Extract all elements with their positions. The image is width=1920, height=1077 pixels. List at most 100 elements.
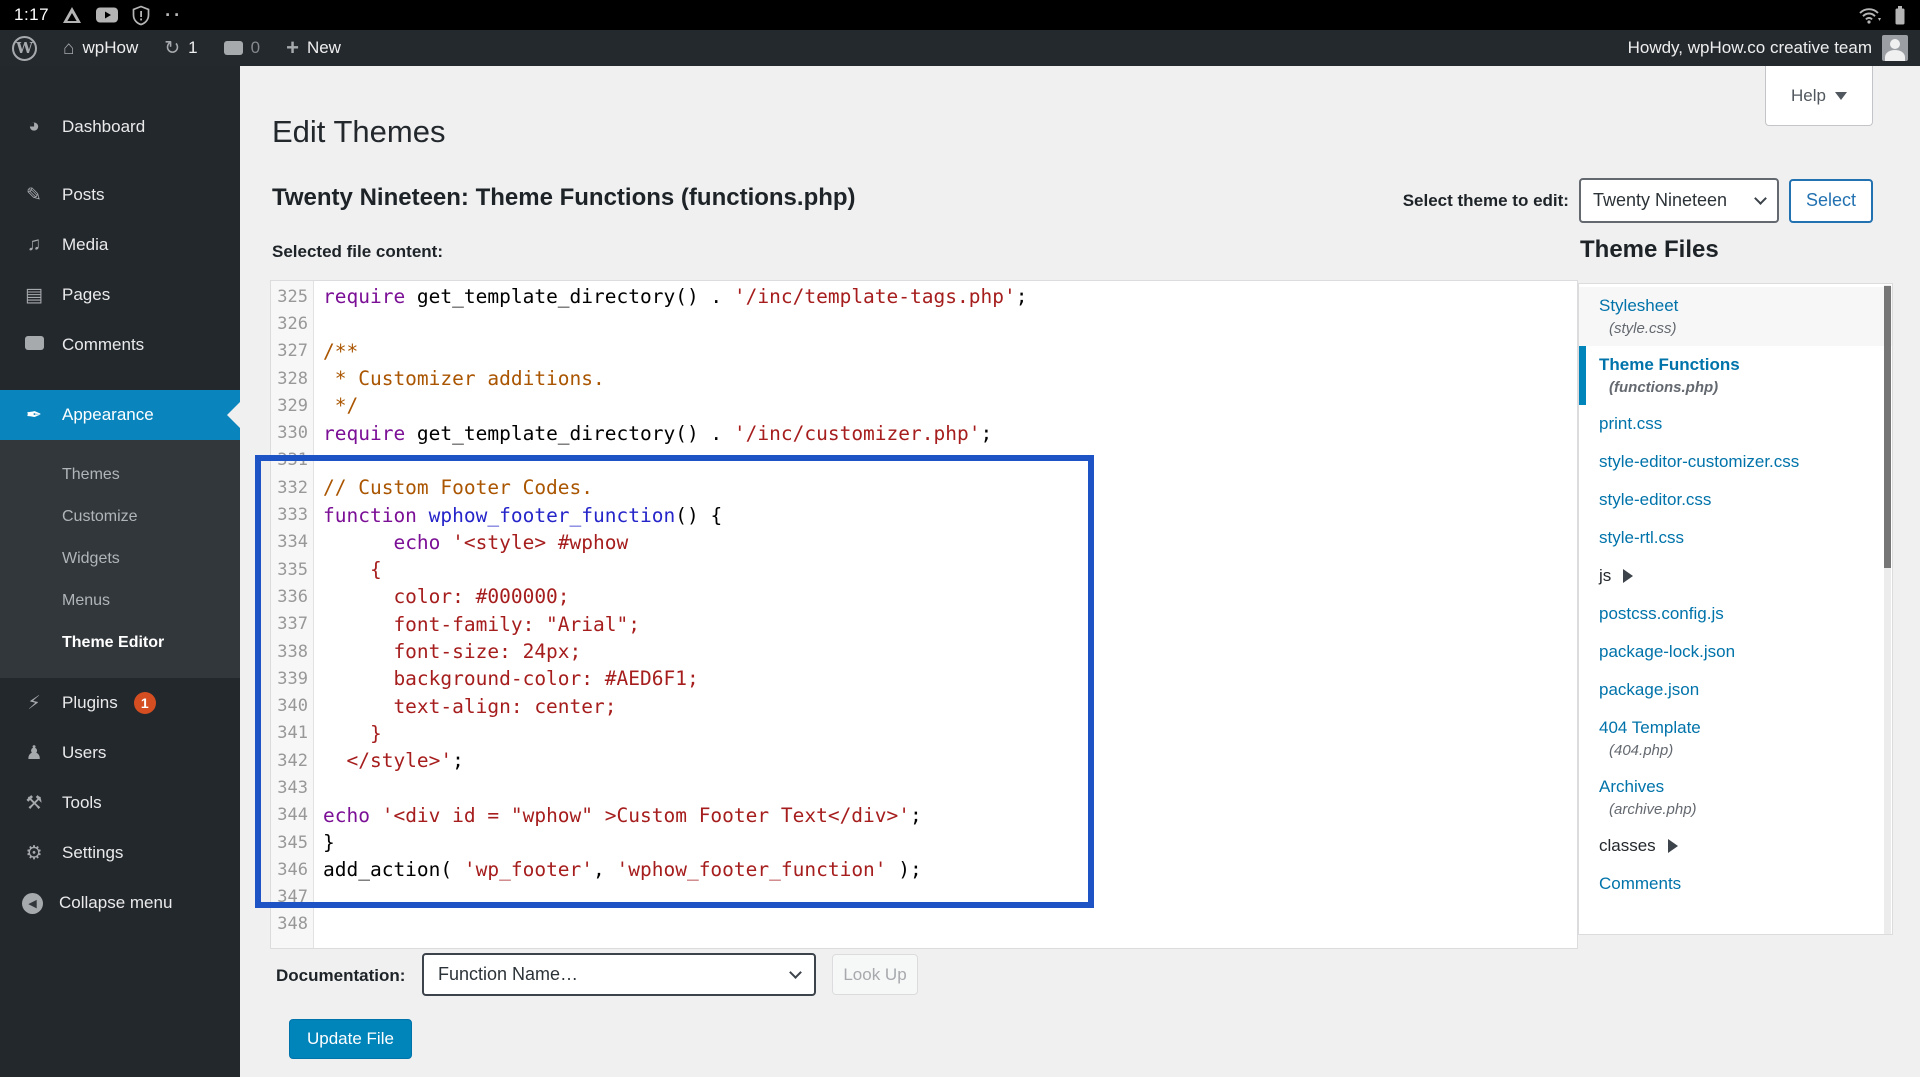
wifi-icon [1859,8,1881,24]
theme-folder-classes[interactable]: classes [1579,827,1892,865]
sidebar-item-comments[interactable]: Comments [0,320,240,370]
status-bar-right [1858,5,1906,26]
line-number: 335 [277,559,308,580]
documentation-select[interactable]: Function Name… [422,953,816,996]
theme-file-package.json[interactable]: package.json [1579,671,1892,709]
sidebar-item-posts[interactable]: ✎ Posts [0,170,240,220]
sidebar: ◕ Dashboard ✎ Posts ♫ Media ▤ Pages Comments ✒ App… [0,66,240,1077]
code-line: 347 [271,884,1577,911]
lookup-button[interactable]: Look Up [832,954,918,995]
theme-file-theme-functions[interactable]: Theme Functions (functions.php) [1579,346,1892,405]
line-number: 338 [277,641,308,662]
settings-icon: ⚙ [25,842,43,864]
line-number: 340 [277,696,308,717]
code-line: 333 function wphow_footer_function() { [271,501,1577,528]
code-line: 346 add_action( 'wp_footer', 'wphow_foote… [271,856,1577,883]
code-line: 328 * Customizer additions. [271,365,1577,392]
status-bar: 1:17 ·· [0,0,1920,30]
plus-icon: + [286,35,299,60]
theme-file-style-rtl.css[interactable]: style-rtl.css [1579,519,1892,557]
wordpress-menu-button[interactable]: W [12,35,37,61]
sidebar-item-settings[interactable]: ⚙ Settings [0,828,240,878]
sidebar-item-collapse-menu[interactable]: ◀ Collapse menu [0,878,240,928]
code-text: echo '<div id = "wphow" >Custom Footer T… [323,803,922,827]
file-label: Comments [1599,874,1682,893]
theme-file-style-editor-customizer.css[interactable]: style-editor-customizer.css [1579,443,1892,481]
theme-select[interactable]: Twenty Nineteen [1578,178,1779,223]
file-label: classes [1599,836,1656,855]
updates-count: 1 [188,38,198,57]
admin-bar-left: W ⌂ wpHow ↻ 1 0 + New [12,35,341,61]
comments-link[interactable]: 0 [223,38,260,58]
theme-file-postcss.config.js[interactable]: postcss.config.js [1579,595,1892,633]
sidebar-subitem-menus[interactable]: Menus [0,580,240,622]
theme-file-archives[interactable]: Archives (archive.php) [1579,768,1892,827]
file-label: package-lock.json [1599,642,1736,661]
code-line: 345} [271,829,1577,856]
code-line: 344 echo '<div id = "wphow" >Custom Foote… [271,802,1577,829]
help-button[interactable]: Help [1765,66,1873,126]
file-label: style-editor.css [1599,490,1712,509]
update-file-button[interactable]: Update File [289,1019,412,1059]
sidebar-item-appearance[interactable]: ✒ Appearance [0,390,240,440]
new-content-link[interactable]: + New [286,37,341,59]
posts-icon: ✎ [26,184,42,206]
select-theme-button[interactable]: Select [1788,178,1873,223]
folder-arrow-icon [1623,569,1634,583]
code-line: 348 [271,911,1577,938]
sidebar-item-dashboard[interactable]: ◕ Dashboard [0,102,240,152]
sidebar-subitem-customize[interactable]: Customize [0,496,240,538]
file-label: Theme Functions [1599,355,1740,374]
file-label: 404 Template [1599,718,1701,737]
theme-file-package-lock.json[interactable]: package-lock.json [1579,633,1892,671]
sidebar-subitem-themes[interactable]: Themes [0,454,240,496]
sidebar-item-pages[interactable]: ▤ Pages [0,270,240,320]
code-editor[interactable]: 325 require get_template_directory() . '/… [270,280,1578,949]
code-text: add_action( 'wp_footer', 'wphow_footer_f… [323,858,922,882]
caret-down-icon [1834,91,1847,100]
code-line: 334 echo '<style> #wphow [271,529,1577,556]
theme-file-stylesheet[interactable]: Stylesheet (style.css) [1579,287,1892,346]
site-link[interactable]: ⌂ wpHow [63,38,138,58]
line-number: 342 [277,750,308,771]
help-label: Help [1791,85,1826,105]
settings-label: Settings [62,843,124,862]
code-line: 340 text-align: center; [271,692,1577,719]
theme-file-print.css[interactable]: print.css [1579,405,1892,443]
code-text: echo '<style> #wphow [393,530,629,554]
sidebar-item-tools[interactable]: ⚒ Tools [0,778,240,828]
clock: 1:17 [14,5,50,24]
avatar[interactable] [1882,35,1908,61]
plugins-badge: 1 [133,692,156,714]
code-line: 326 [271,310,1577,337]
sidebar-item-users[interactable]: ♟ Users [0,728,240,778]
plugins-label: Plugins [62,693,118,712]
line-number: 337 [277,614,308,635]
line-number: 348 [277,914,308,935]
code-text: color: #000000; [323,585,570,609]
file-list-scrollbar-thumb[interactable] [1884,286,1891,568]
chevron-down-icon [1754,191,1767,205]
theme-file-comments[interactable]: Comments [1579,865,1892,903]
comments-icon [22,334,46,356]
sidebar-subitem-widgets[interactable]: Widgets [0,538,240,580]
youtube-icon [96,7,119,23]
pages-label: Pages [62,285,111,304]
updates-icon: ↻ [164,37,181,59]
code-lines: 325 require get_template_directory() . '/… [271,281,1577,938]
sidebar-subitem-theme-editor[interactable]: Theme Editor [0,622,240,664]
updates-link[interactable]: ↻ 1 [164,38,197,58]
shield-alert-icon [132,5,150,25]
code-text: </style>'; [323,749,464,773]
code-text: require get_template_directory() . '/inc… [323,421,993,445]
line-number: 339 [277,668,308,689]
code-text: // Custom Footer Codes. [323,476,594,500]
file-sublabel: (archive.php) [1609,801,1697,818]
theme-file-style-editor.css[interactable]: style-editor.css [1579,481,1892,519]
howdy-account-link[interactable]: Howdy, wpHow.co creative team [1628,38,1872,58]
sidebar-item-plugins[interactable]: ⚡ Plugins 1 [0,678,240,728]
theme-file-404-template[interactable]: 404 Template (404.php) [1579,709,1892,768]
theme-folder-js[interactable]: js [1579,557,1892,595]
sidebar-item-media[interactable]: ♫ Media [0,220,240,270]
line-number: 347 [277,887,308,908]
